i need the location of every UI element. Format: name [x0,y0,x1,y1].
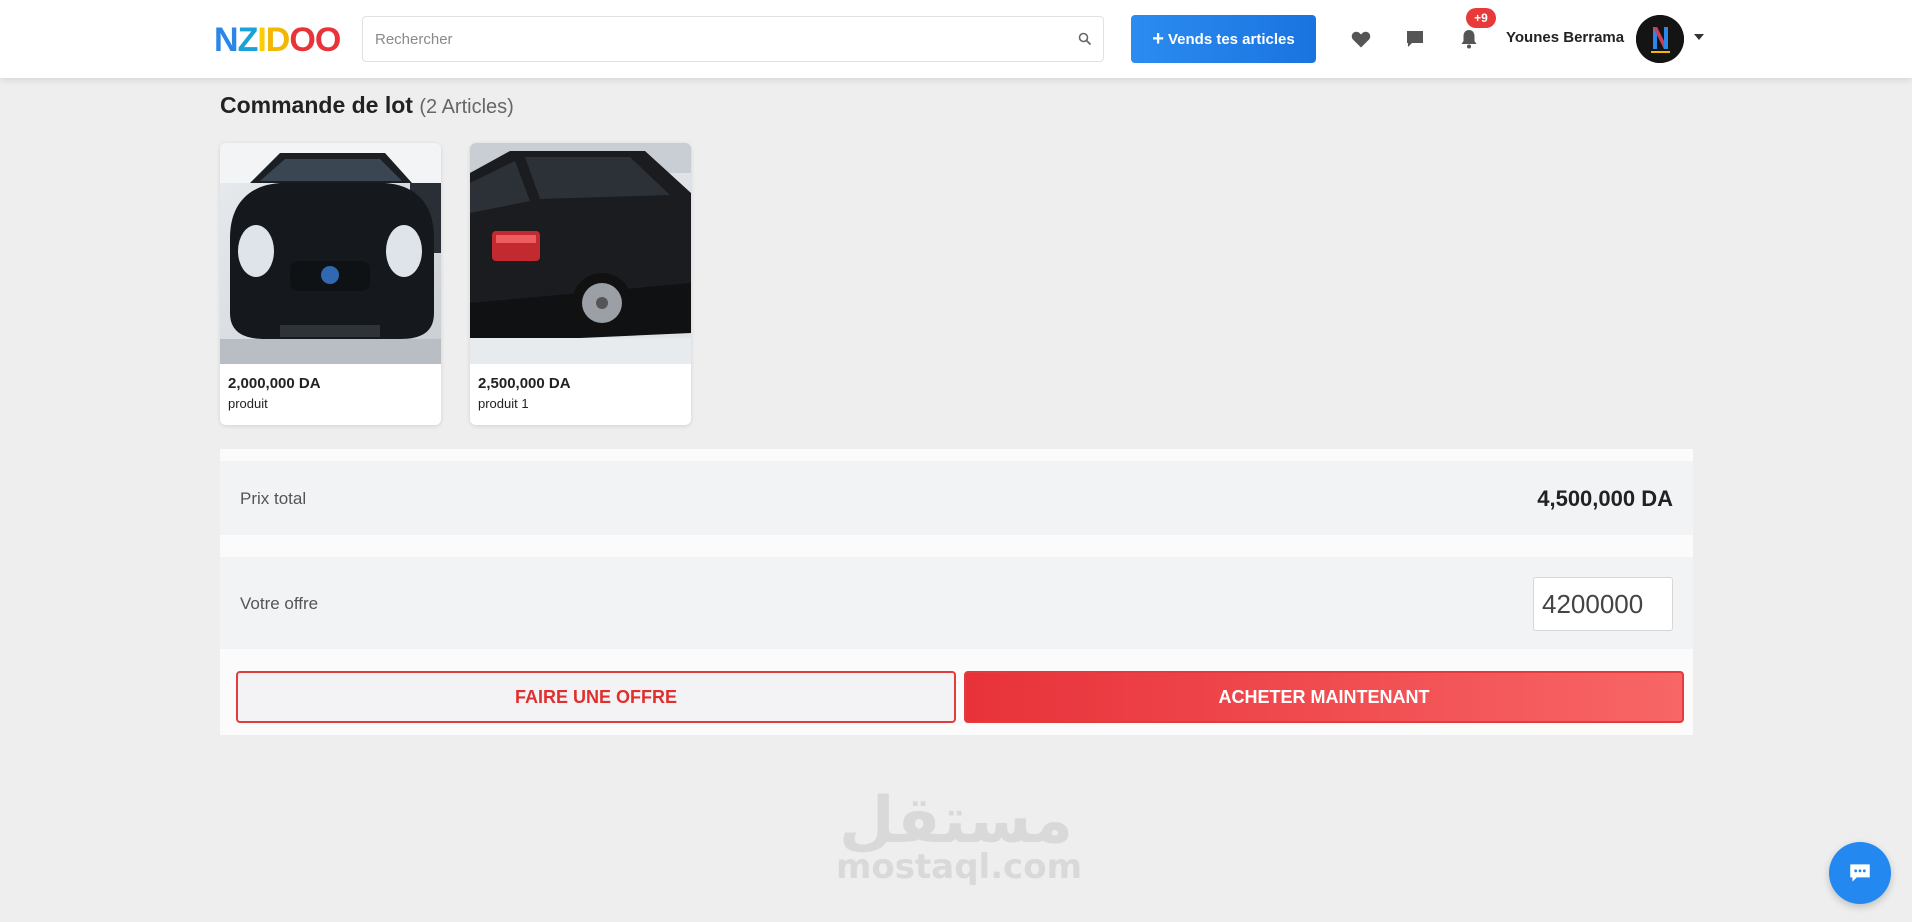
total-price-row: Prix total 4,500,000 DA [220,461,1693,535]
bell-icon[interactable] [1457,27,1481,51]
logo-letter: O [314,21,341,59]
sell-items-label: Vends tes articles [1167,30,1295,48]
product-card[interactable]: 2,500,000 DA produit 1 [470,143,691,425]
logo-letter: O [289,21,315,59]
caret-down-icon[interactable] [1694,34,1704,40]
offer-input[interactable] [1533,577,1673,631]
watermark-arabic: مستقل [838,784,1074,858]
product-name: produit [228,396,268,411]
chat-button[interactable] [1829,842,1891,904]
article-count: (2 Articles) [419,96,514,118]
total-price-value: 4,500,000 DA [1537,486,1673,511]
heart-icon[interactable] [1349,27,1373,51]
avatar[interactable] [1636,15,1684,63]
make-offer-button[interactable]: FAIRE UNE OFFRE [236,671,956,723]
watermark-latin: mostaql.com [836,847,1083,887]
page-title: Commande de lot (2 Articles) [220,92,514,119]
buy-now-button[interactable]: ACHETER MAINTENANT [964,671,1684,723]
search-icon[interactable] [1077,31,1093,47]
search-input[interactable] [363,17,1055,61]
plus-icon: + [1152,28,1164,50]
nzidoo-logo[interactable]: N Z I D O O [214,21,341,59]
order-summary-panel: Prix total 4,500,000 DA Votre offre FAIR… [220,449,1693,735]
logo-letter: N [214,21,239,59]
sell-items-button[interactable]: + Vends tes articles [1131,15,1316,63]
total-price-label: Prix total [240,489,307,508]
product-card[interactable]: 2,000,000 DA produit [220,143,441,425]
top-navbar: N Z I D O O + Vends tes articles +9 Youn… [0,0,1912,78]
product-image [470,143,691,364]
product-name: produit 1 [478,396,529,411]
watermark: مستقل mostaql.com [836,784,1083,887]
chat-bubble-icon[interactable] [1403,27,1427,51]
user-name[interactable]: Younes Berrama [1506,29,1624,46]
search-box [362,16,1104,62]
avatar-logo-icon [1636,15,1684,63]
notifications-badge: +9 [1466,8,1496,28]
product-price: 2,500,000 DA [478,375,571,392]
logo-letter: I [257,21,267,59]
chat-icon [1850,864,1870,882]
product-image [220,143,441,364]
page-title-text: Commande de lot [220,92,413,118]
offer-row: Votre offre [220,557,1693,649]
logo-letter: D [265,21,291,59]
offer-label: Votre offre [240,594,319,613]
product-price: 2,000,000 DA [228,375,321,392]
logo-letter: Z [237,21,259,59]
